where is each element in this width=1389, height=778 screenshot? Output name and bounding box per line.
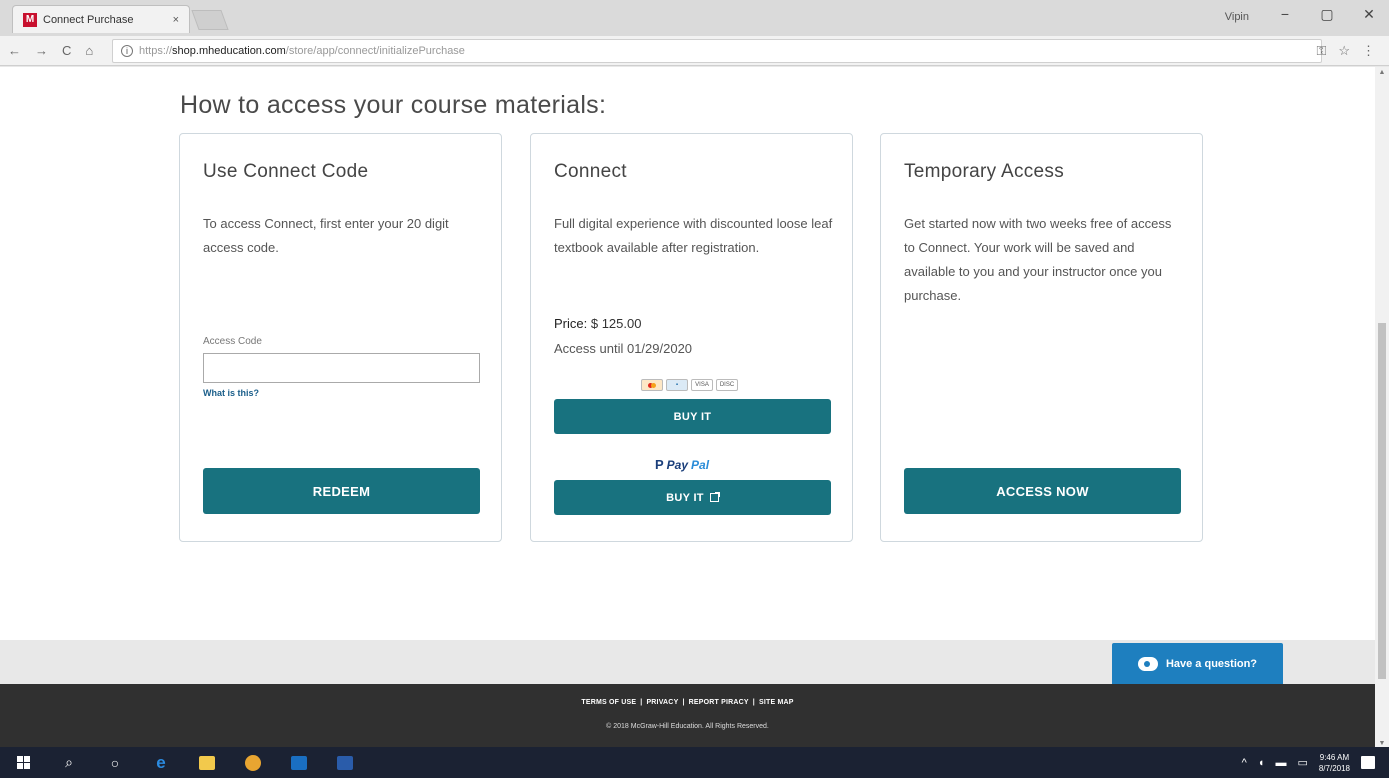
task-view-icon[interactable]: ○ bbox=[92, 747, 138, 778]
site-footer: TERMS OF USE | PRIVACY | REPORT PIRACY | SITE … bbox=[0, 684, 1375, 747]
toolbar-right-icons: ⚿ ☆ ⋮ bbox=[1316, 43, 1375, 59]
clock-date: 8/7/2018 bbox=[1318, 763, 1350, 773]
footer-separator: | bbox=[640, 699, 643, 706]
privacy-link[interactable]: PRIVACY bbox=[646, 699, 678, 706]
clock[interactable]: 9:46 AM 8/7/2018 bbox=[1319, 752, 1350, 774]
site-info-icon[interactable]: i bbox=[121, 45, 133, 57]
access-code-label: Access Code bbox=[203, 336, 262, 347]
browser-tab-strip: M Connect Purchase × Vipin − ▢ ✕ bbox=[0, 0, 1389, 36]
bookmark-star-icon[interactable]: ☆ bbox=[1338, 43, 1350, 59]
paypal-buy-it-button[interactable]: BUY IT bbox=[554, 480, 831, 515]
report-piracy-link[interactable]: REPORT PIRACY bbox=[689, 699, 749, 706]
connect-code-card: Use Connect Code To access Connect, firs… bbox=[179, 133, 502, 542]
url-bar[interactable]: i https://shop.mheducation.com/store/app… bbox=[112, 39, 1322, 63]
price: Price: $ 125.00 bbox=[554, 316, 641, 331]
notification-icon[interactable] bbox=[1361, 756, 1375, 769]
browser-tab[interactable]: M Connect Purchase × bbox=[12, 5, 190, 33]
site-map-link[interactable]: SITE MAP bbox=[759, 699, 794, 706]
start-windows-icon[interactable] bbox=[0, 747, 46, 778]
key-icon[interactable]: ⚿ bbox=[1316, 43, 1326, 59]
window-controls: − ▢ ✕ bbox=[1275, 6, 1379, 23]
edge-browser-icon[interactable]: e bbox=[138, 747, 184, 778]
tab-title: Connect Purchase bbox=[43, 13, 134, 26]
new-tab-button[interactable] bbox=[191, 10, 229, 30]
url-text: https://shop.mheducation.com/store/app/c… bbox=[139, 45, 465, 57]
volume-icon[interactable]: ◖ bbox=[1258, 757, 1265, 769]
external-link-icon bbox=[709, 492, 720, 502]
clock-time: 9:46 AM bbox=[1319, 752, 1350, 762]
chat-bubble-icon bbox=[1137, 656, 1158, 671]
buy-it-button[interactable]: BUY IT bbox=[554, 399, 831, 434]
scroll-thumb[interactable] bbox=[1378, 323, 1386, 679]
what-is-this-link[interactable]: What is this? bbox=[203, 388, 259, 398]
menu-icon[interactable]: ⋮ bbox=[1362, 43, 1375, 59]
back-icon[interactable]: ← bbox=[8, 43, 21, 58]
address-toolbar: ← → C ⌂ i https://shop.mheducation.com/s… bbox=[0, 36, 1389, 66]
url-prefix: https:// bbox=[139, 45, 173, 57]
chrome-icon[interactable] bbox=[230, 747, 276, 778]
browser-profile-name[interactable]: Vipin bbox=[1225, 11, 1249, 23]
tray-expand-icon[interactable]: ^ bbox=[1242, 757, 1247, 769]
card-description: Get started now with two weeks free of a… bbox=[904, 216, 1172, 303]
page-content: How to access your course materials: Use… bbox=[0, 67, 1375, 640]
paypal-buy-label: BUY IT bbox=[666, 491, 704, 504]
forward-icon[interactable]: → bbox=[35, 43, 48, 58]
access-until: Access until 01/29/2020 bbox=[554, 341, 693, 356]
access-now-button[interactable]: ACCESS NOW bbox=[904, 468, 1181, 514]
maximize-icon[interactable]: ▢ bbox=[1317, 6, 1337, 23]
discover-icon: DISC bbox=[716, 379, 738, 391]
paypal-logo: P Pay Pal bbox=[655, 457, 709, 472]
terms-of-use-link[interactable]: TERMS OF USE bbox=[581, 699, 636, 706]
network-icon[interactable]: ▬ bbox=[1275, 757, 1286, 769]
visa-icon: VISA bbox=[691, 379, 713, 391]
footer-separator: | bbox=[752, 699, 755, 706]
page-viewport: How to access your course materials: Use… bbox=[0, 67, 1375, 684]
paypal-icon: P bbox=[655, 457, 664, 472]
outlook-icon[interactable] bbox=[276, 747, 322, 778]
search-icon[interactable]: ⌕ bbox=[46, 747, 92, 778]
minimize-icon[interactable]: − bbox=[1275, 6, 1295, 23]
payment-card-logos: ▪ VISA DISC bbox=[641, 379, 738, 391]
have-a-question-button[interactable]: Have a question? bbox=[1112, 643, 1283, 684]
footer-separator: | bbox=[682, 699, 685, 706]
connect-purchase-card: Connect Full digital experience with dis… bbox=[530, 133, 853, 542]
card-description: To access Connect, first enter your 20 d… bbox=[203, 216, 449, 255]
home-icon[interactable]: ⌂ bbox=[85, 43, 93, 58]
price-label: Price: bbox=[554, 316, 588, 331]
copyright: © 2018 McGraw-Hill Education. All Rights… bbox=[606, 723, 769, 730]
tab-close-icon[interactable]: × bbox=[173, 14, 179, 26]
reload-icon[interactable]: C bbox=[62, 43, 71, 58]
card-description: Full digital experience with discounted … bbox=[554, 216, 833, 255]
page-title: How to access your course materials: bbox=[180, 91, 607, 119]
price-value: $ 125.00 bbox=[590, 316, 642, 331]
temporary-access-card: Temporary Access Get started now with tw… bbox=[880, 133, 1203, 542]
system-tray: ^ ◖ ▬ ▭ 9:46 AM 8/7/2018 bbox=[1242, 747, 1375, 778]
redeem-button[interactable]: REDEEM bbox=[203, 468, 480, 514]
scroll-up-icon[interactable]: ▲ bbox=[1375, 67, 1389, 79]
close-window-icon[interactable]: ✕ bbox=[1359, 6, 1379, 23]
mheducation-favicon-icon: M bbox=[23, 12, 37, 27]
file-explorer-icon[interactable] bbox=[184, 747, 230, 778]
nav-buttons: ← → C ⌂ bbox=[8, 43, 93, 58]
windows-taskbar: ⌕ ○ e ^ ◖ ▬ ▭ 9:46 AM 8/7/2018 bbox=[0, 747, 1389, 778]
access-code-input[interactable] bbox=[203, 353, 480, 383]
url-path: /store/app/connect/initializePurchase bbox=[285, 45, 465, 57]
word-icon[interactable] bbox=[322, 747, 368, 778]
card-title: Use Connect Code bbox=[203, 161, 369, 182]
mastercard-icon bbox=[641, 379, 663, 391]
paypal-wordmark-pay: Pay bbox=[666, 457, 689, 472]
card-title: Temporary Access bbox=[904, 161, 1065, 182]
footer-links: TERMS OF USE | PRIVACY | REPORT PIRACY | SITE … bbox=[0, 699, 1375, 706]
amex-icon: ▪ bbox=[666, 379, 688, 391]
page-scrollbar[interactable]: ▲ ▼ bbox=[1375, 67, 1389, 750]
help-label: Have a question? bbox=[1165, 657, 1258, 670]
card-title: Connect bbox=[554, 161, 627, 182]
paypal-wordmark-pal: Pal bbox=[691, 457, 710, 472]
url-domain: shop.mheducation.com bbox=[172, 45, 286, 57]
keyboard-icon[interactable]: ▭ bbox=[1297, 756, 1307, 769]
